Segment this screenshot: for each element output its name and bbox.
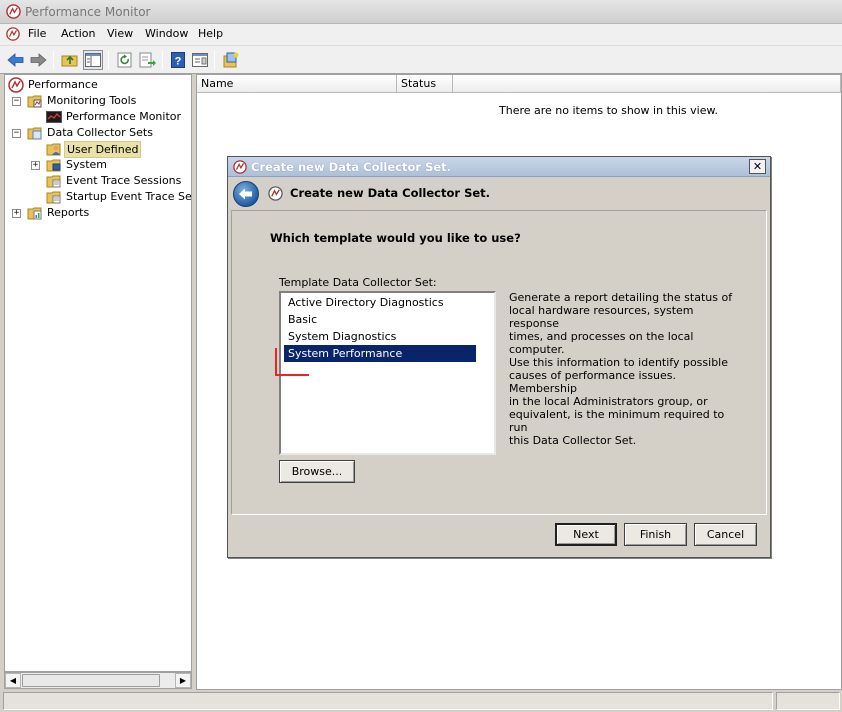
template-item-active-directory-diagnostics[interactable]: Active Directory Diagnostics [284, 294, 476, 311]
scroll-left-icon[interactable]: ◀ [5, 673, 21, 688]
scroll-right-icon[interactable]: ▶ [175, 673, 191, 688]
scrollbar-thumb[interactable] [22, 674, 160, 687]
tree-item-reports[interactable]: + Reports [5, 205, 191, 221]
tree-item-label: Startup Event Trace Sess [66, 190, 192, 203]
cancel-button[interactable]: Cancel [694, 523, 757, 546]
svg-text:?: ? [175, 56, 182, 68]
expand-icon[interactable]: + [12, 209, 21, 218]
trace-folder-icon [46, 191, 61, 204]
browse-button[interactable]: Browse... [279, 460, 355, 483]
up-folder-icon[interactable] [60, 50, 80, 70]
collapse-icon[interactable]: − [12, 97, 21, 106]
back-arrow-icon[interactable] [6, 50, 26, 70]
annotation-mark [275, 348, 309, 376]
perfmon-icon [268, 186, 283, 201]
template-description: Generate a report detailing the status o… [509, 291, 744, 447]
description-line: Generate a report detailing the status o… [509, 291, 733, 304]
status-panel [776, 692, 840, 710]
menu-help[interactable]: Help [198, 27, 223, 40]
perfmon-icon [6, 4, 21, 19]
tree-item-system[interactable]: + System [5, 157, 191, 173]
window-title: Performance Monitor [25, 5, 151, 19]
page-question: Which template would you like to use? [270, 231, 521, 245]
menu-action[interactable]: Action [61, 27, 95, 40]
column-header-filler [453, 75, 841, 93]
description-line: equivalent, is the minimum required to r… [509, 408, 725, 434]
status-panel [3, 692, 773, 710]
status-bar [0, 690, 842, 712]
menu-view[interactable]: View [107, 27, 133, 40]
description-line: causes of performance issues. Membership [509, 369, 677, 395]
tree-item-label: Data Collector Sets [47, 126, 153, 139]
export-list-icon[interactable] [138, 50, 158, 70]
finish-button[interactable]: Finish [624, 523, 687, 546]
wizard-header-title: Create new Data Collector Set. [290, 186, 491, 200]
template-listbox[interactable]: Active Directory Diagnostics Basic Syste… [279, 291, 496, 455]
back-arrow-icon [239, 188, 252, 200]
description-line: Use this information to identify possibl… [509, 356, 729, 369]
tree-item-performance-monitor[interactable]: Performance Monitor [5, 109, 191, 125]
tree-item-user-defined[interactable]: User Defined [5, 141, 191, 158]
trace-folder-icon [46, 175, 61, 188]
navigation-tree: Performance − Monitoring Tools Performan… [4, 74, 192, 672]
template-item-system-performance[interactable]: System Performance [284, 345, 476, 362]
refresh-icon[interactable] [115, 50, 135, 70]
system-folder-icon [46, 159, 61, 172]
toolbar: ? [0, 45, 842, 74]
template-list-label: Template Data Collector Set: [279, 276, 437, 289]
menu-bar: File Action View Window Help [0, 24, 842, 45]
new-icon[interactable] [221, 50, 241, 70]
window-title-bar: Performance Monitor [0, 0, 842, 24]
description-line: local hardware resources, system respons… [509, 304, 694, 330]
back-button[interactable] [233, 181, 259, 207]
template-item-basic[interactable]: Basic [284, 311, 476, 328]
tree-item-event-trace-sessions[interactable]: Event Trace Sessions [5, 173, 191, 189]
tree-item-label: Monitoring Tools [47, 94, 137, 107]
description-line: times, and processes on the local comput… [509, 330, 694, 356]
column-header-status[interactable]: Status [397, 75, 453, 93]
perfmon-icon [8, 77, 24, 93]
chart-icon [46, 111, 62, 123]
reports-folder-icon [27, 207, 42, 220]
menu-window[interactable]: Window [145, 27, 188, 40]
tree-item-label: User Defined [64, 141, 142, 158]
tree-item-label: Performance [28, 78, 98, 91]
wizard-header: Create new Data Collector Set. [228, 177, 770, 210]
tree-item-label: Performance Monitor [66, 110, 182, 123]
perfmon-icon [233, 160, 247, 174]
tree-item-label: Reports [47, 206, 90, 219]
properties-icon[interactable] [190, 50, 210, 70]
collapse-icon[interactable]: − [12, 129, 21, 138]
folder-tools-icon [27, 95, 42, 108]
show-hide-tree-icon[interactable] [83, 50, 103, 70]
empty-list-message: There are no items to show in this view. [499, 104, 718, 117]
tree-item-performance[interactable]: Performance [5, 77, 191, 93]
perfmon-icon[interactable] [6, 27, 20, 41]
wizard-page: Which template would you like to use? Te… [231, 210, 767, 515]
tree-horizontal-scrollbar[interactable]: ◀ ▶ [4, 672, 192, 689]
menu-file[interactable]: File [28, 27, 46, 40]
user-folder-icon [46, 143, 61, 156]
tree-item-label: System [66, 158, 108, 171]
forward-arrow-icon[interactable] [28, 50, 48, 70]
dialog-title-bar: Create new Data Collector Set. ✕ [228, 157, 770, 177]
tree-item-label: Event Trace Sessions [66, 174, 182, 187]
expand-icon[interactable]: + [31, 161, 40, 170]
description-line: this Data Collector Set. [509, 434, 637, 447]
column-header-name[interactable]: Name [197, 75, 397, 93]
tree-item-startup-event-trace-sessions[interactable]: Startup Event Trace Sess [5, 189, 191, 205]
next-button[interactable]: Next [555, 523, 617, 546]
help-icon[interactable]: ? [168, 50, 188, 70]
tree-item-data-collector-sets[interactable]: − Data Collector Sets [5, 125, 191, 141]
description-line: in the local Administrators group, or [509, 395, 708, 408]
dialog-title: Create new Data Collector Set. [251, 160, 452, 174]
tree-item-monitoring-tools[interactable]: − Monitoring Tools [5, 93, 191, 109]
folder-data-icon [27, 127, 42, 140]
template-item-system-diagnostics[interactable]: System Diagnostics [284, 328, 476, 345]
close-icon[interactable]: ✕ [749, 159, 766, 174]
